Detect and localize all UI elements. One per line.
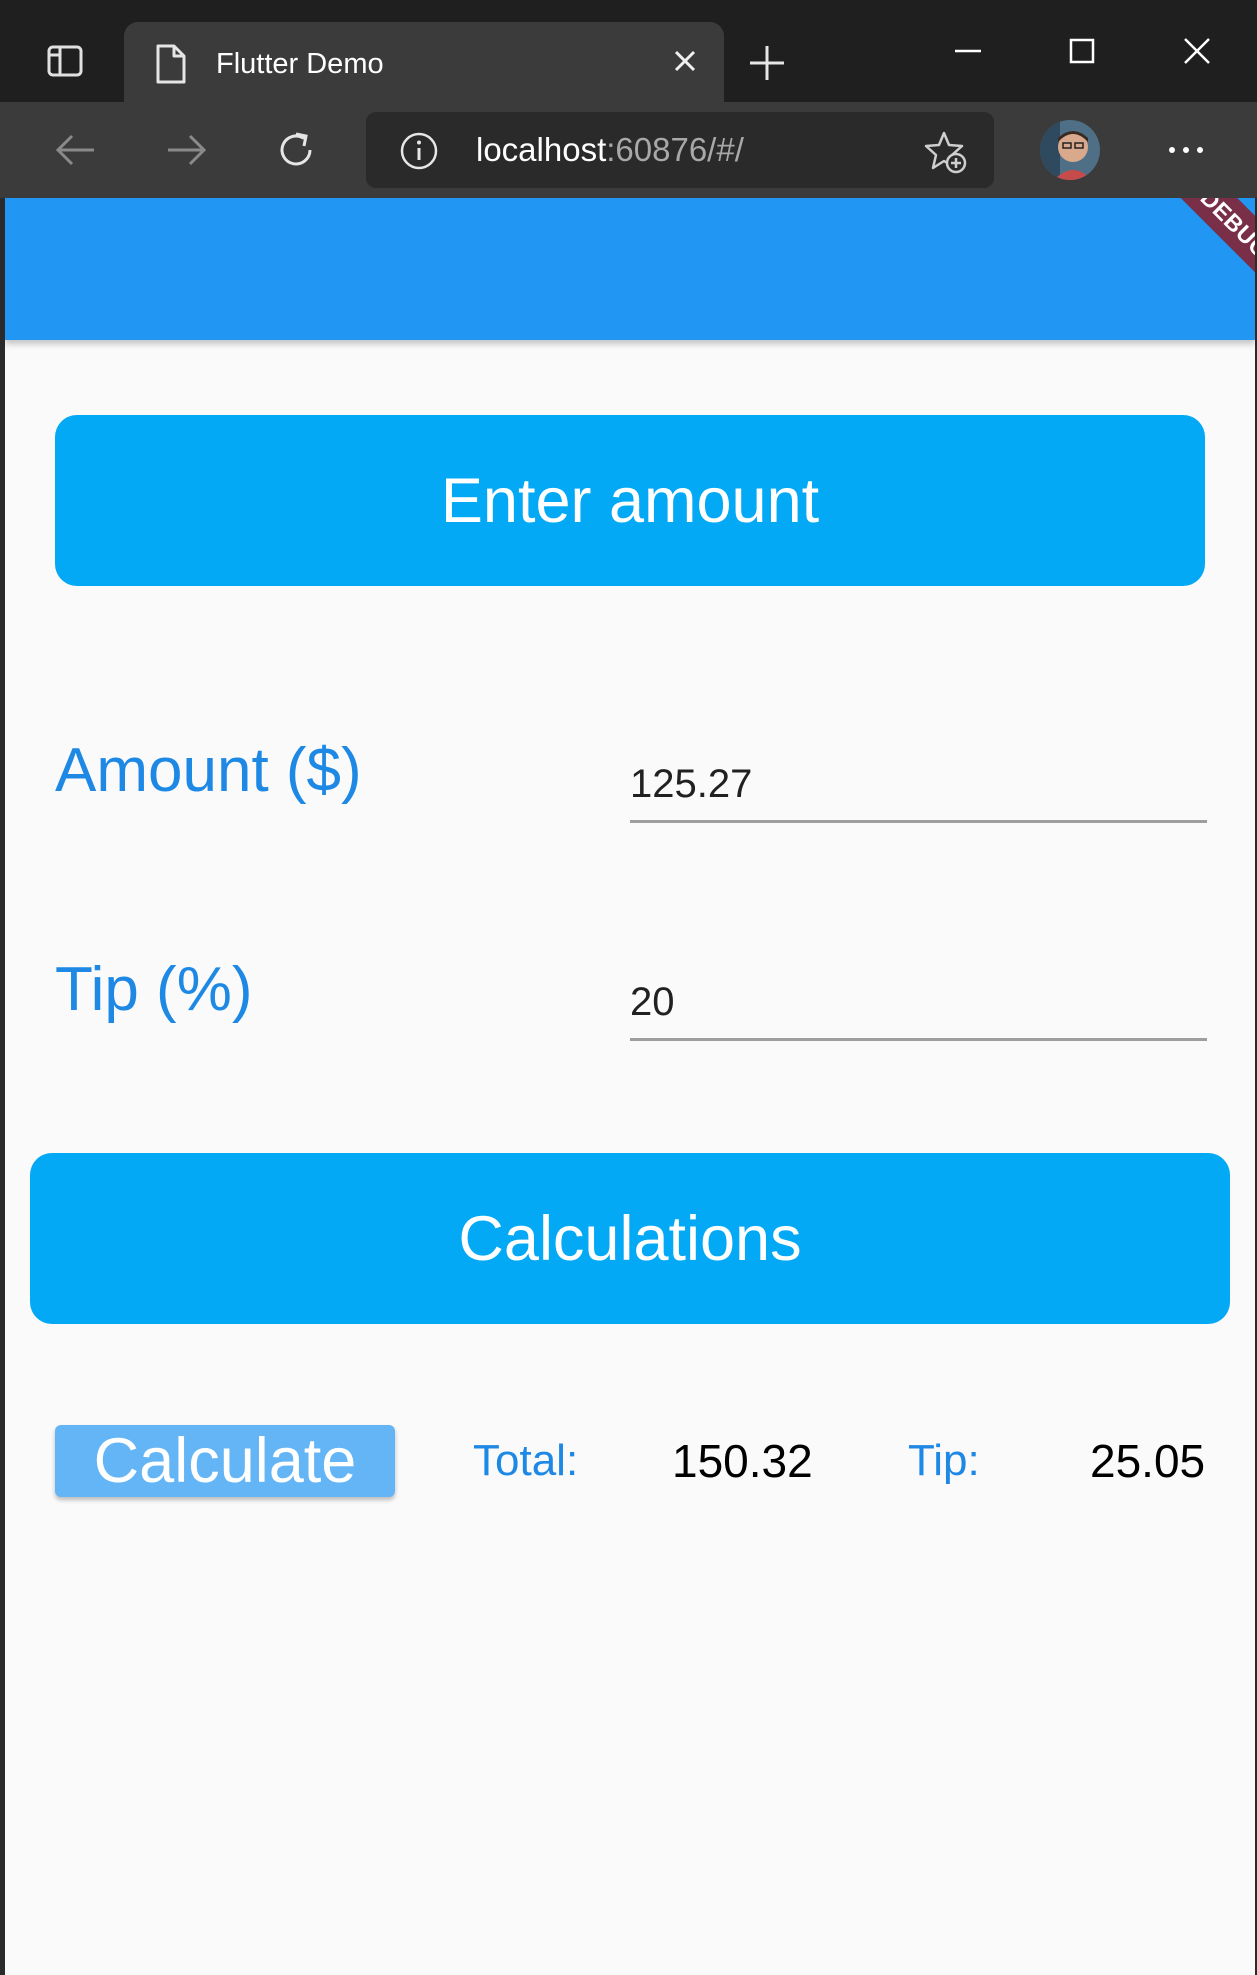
total-label: Total: — [473, 1436, 579, 1485]
info-icon[interactable] — [398, 130, 440, 172]
tip-result-value: 25.05 — [1090, 1435, 1206, 1487]
add-favorite-icon[interactable] — [922, 128, 970, 176]
calculate-button[interactable]: Calculate — [55, 1425, 395, 1497]
address-bar[interactable]: localhost:60876/#/ — [366, 112, 994, 188]
tab-strip: Flutter Demo — [0, 0, 1257, 102]
amount-field[interactable] — [630, 748, 1207, 823]
reload-icon[interactable] — [270, 124, 322, 176]
tip-label: Tip (%) — [55, 955, 253, 1024]
arrow-left-icon[interactable] — [50, 124, 102, 176]
tip-result-label: Tip: — [908, 1436, 980, 1485]
tab-actions-icon[interactable] — [30, 30, 100, 92]
app-bar — [5, 198, 1255, 340]
page-icon — [150, 42, 190, 86]
maximize-icon[interactable] — [1057, 26, 1107, 76]
window-close-icon[interactable] — [1172, 26, 1222, 76]
tab-flutter-demo[interactable]: Flutter Demo — [124, 22, 724, 102]
tab-title: Flutter Demo — [216, 48, 384, 80]
calculations-header[interactable]: Calculations — [30, 1153, 1230, 1324]
close-icon[interactable] — [664, 40, 706, 82]
tip-field[interactable] — [630, 966, 1207, 1041]
amount-input[interactable] — [630, 748, 1207, 820]
browser-toolbar: localhost:60876/#/ — [0, 102, 1257, 198]
browser-window: Flutter Demo localhost:60876/#/ DEBUG En… — [0, 0, 1257, 1975]
plus-icon[interactable] — [742, 38, 792, 88]
url-host: localhost — [476, 131, 607, 168]
url-text: localhost:60876/#/ — [476, 130, 744, 170]
enter-amount-header[interactable]: Enter amount — [55, 415, 1205, 586]
total-value: 150.32 — [672, 1435, 813, 1487]
more-icon[interactable] — [1160, 124, 1212, 176]
app-viewport: DEBUG Enter amount Amount ($) Tip (%) Ca… — [5, 198, 1255, 1975]
amount-label: Amount ($) — [55, 736, 362, 805]
avatar[interactable] — [1040, 120, 1100, 180]
url-path: :60876/#/ — [606, 131, 744, 168]
tip-input[interactable] — [630, 966, 1207, 1038]
minimize-icon[interactable] — [943, 26, 993, 76]
arrow-right-icon[interactable] — [160, 124, 212, 176]
